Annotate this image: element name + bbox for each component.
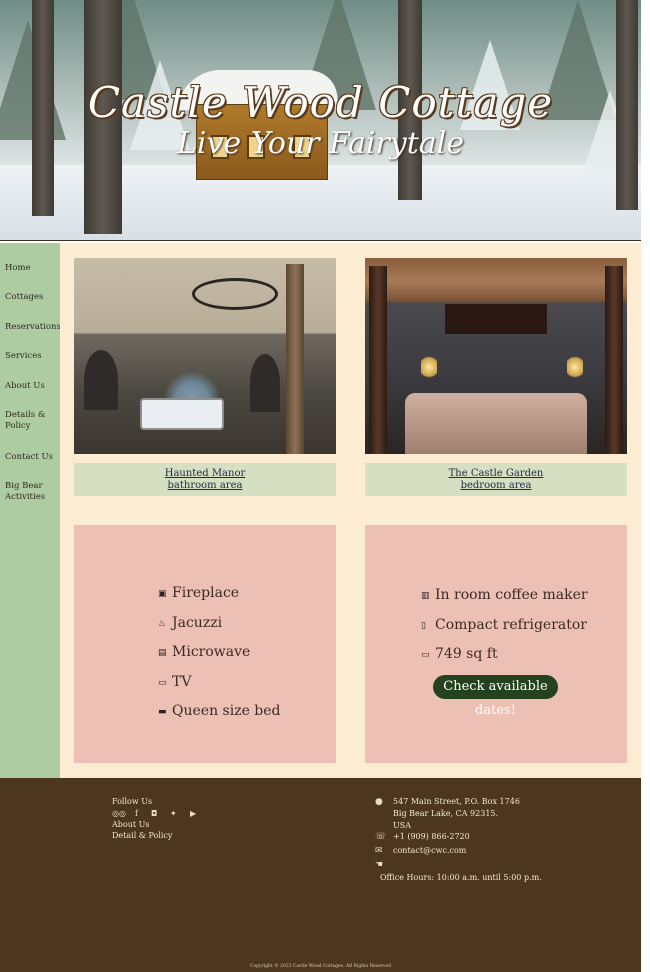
amenity-item: ♨ Jacuzzi xyxy=(158,609,281,639)
address-line-1: 547 Main Street, P.O. Box 1746 xyxy=(393,797,520,806)
amenity-list: ▣ Fireplace ♨ Jacuzzi ▤ Microwave ▭ TV ▬ Quee… xyxy=(158,579,281,727)
amenity-item: ▤ Microwave xyxy=(158,638,281,668)
caption-castle-garden: The Castle Garden bedroom area xyxy=(365,463,627,496)
castle-garden-link[interactable]: The Castle Garden bedroom area xyxy=(449,468,544,491)
tripadvisor-icon[interactable]: ◎◎ xyxy=(112,809,126,818)
caption-subtitle: bedroom area xyxy=(460,480,532,491)
chandelier xyxy=(192,278,278,310)
amenity-list: ▥ In room coffee maker ▯ Compact refrigera… xyxy=(421,581,588,670)
email-address[interactable]: contact@cwc.com xyxy=(393,845,466,856)
caption-subtitle: bathroom area xyxy=(167,480,243,491)
footer-detail-policy-link[interactable]: Detail & Policy xyxy=(112,830,172,841)
haunted-manor-link[interactable]: Haunted Manor bathroom area xyxy=(165,468,246,491)
bed-canopy xyxy=(445,304,547,334)
amenity-label: Queen size bed xyxy=(172,703,281,719)
bedpost xyxy=(369,266,387,454)
hero-banner: Castle Wood Cottage Live Your Fairytale xyxy=(0,0,641,241)
check-availability-button[interactable]: Check available dates! xyxy=(433,675,558,718)
amenity-label: TV xyxy=(172,673,192,690)
bedpost xyxy=(605,266,623,454)
facebook-icon[interactable]: f xyxy=(135,809,138,818)
follow-us-label: Follow Us xyxy=(112,797,153,806)
castle-garden-photo xyxy=(365,258,627,454)
bed xyxy=(405,393,587,454)
site-title: Castle Wood Cottage xyxy=(87,78,554,127)
fireplace-icon: ▣ xyxy=(158,589,167,599)
caption-title: Haunted Manor xyxy=(164,468,246,479)
sidebar-item-cottages[interactable]: Cottages xyxy=(5,292,59,303)
hero-divider xyxy=(0,240,641,241)
wall-sconce xyxy=(421,354,437,380)
jacuzzi-tub xyxy=(140,398,224,430)
refrigerator-icon: ▯ xyxy=(421,620,426,631)
phone-number[interactable]: +1 (909) 866-2720 xyxy=(393,831,470,842)
ruler-icon: ▭ xyxy=(421,650,430,660)
tv-icon: ▭ xyxy=(158,677,167,688)
sidebar-item-details-policy[interactable]: Details & Policy xyxy=(5,410,59,432)
copyright: Copyright © 2023 Castle Wood Cottages. A… xyxy=(250,964,391,969)
amenity-item: ▥ In room coffee maker xyxy=(421,581,588,611)
sidebar-item-about-us[interactable]: About Us xyxy=(5,381,59,392)
caption-haunted-manor: Haunted Manor bathroom area xyxy=(74,463,336,496)
youtube-icon[interactable]: ▶ xyxy=(190,809,196,818)
amenity-item: ▬ Queen size bed xyxy=(158,697,281,727)
bed-icon: ▬ xyxy=(158,707,167,717)
office-hours: Office Hours: 10:00 a.m. until 5:00 p.m. xyxy=(380,873,542,882)
amenity-item: ▭ TV xyxy=(158,668,281,698)
amenity-label: Compact refrigerator xyxy=(435,616,588,633)
site-footer: Follow Us ◎◎ f ◘ ✦ ▶ About Us Detail & P… xyxy=(0,778,641,972)
haunted-manor-photo xyxy=(74,258,336,454)
email-icon: ✉ xyxy=(375,846,383,856)
jacuzzi-icon: ♨ xyxy=(158,618,167,629)
address-line-3: USA xyxy=(393,821,411,830)
amenities-panel-left: ▣ Fireplace ♨ Jacuzzi ▤ Microwave ▭ TV ▬ Quee… xyxy=(74,525,336,763)
footer-about-us-link[interactable]: About Us xyxy=(112,819,149,830)
amenity-label: Microwave xyxy=(172,644,251,660)
coffee-maker-icon: ▥ xyxy=(421,591,430,601)
amenity-label: 749 sq ft xyxy=(435,646,498,662)
amenity-item: ▯ Compact refrigerator xyxy=(421,611,588,641)
sidebar-nav: Home Cottages Reservations Services Abou… xyxy=(0,243,61,778)
sidebar-item-home[interactable]: Home xyxy=(5,263,59,274)
amenity-item: ▣ Fireplace xyxy=(158,579,281,609)
main-content: Haunted Manor bathroom area The Castle Ga… xyxy=(60,243,641,778)
amenities-panel-right: ▥ In room coffee maker ▯ Compact refrigera… xyxy=(365,525,627,763)
hand-icon: ☚ xyxy=(375,860,384,870)
amenity-label: In room coffee maker xyxy=(435,587,588,603)
gothic-arch xyxy=(250,354,280,412)
instagram-icon[interactable]: ◘ xyxy=(151,809,157,818)
page: Castle Wood Cottage Live Your Fairytale … xyxy=(0,0,641,972)
address-line-2: Big Bear Lake, CA 92315. xyxy=(393,809,499,818)
twitter-icon[interactable]: ✦ xyxy=(170,809,177,818)
wall-sconce xyxy=(567,354,583,380)
microwave-icon: ▤ xyxy=(158,648,167,658)
amenity-label: Fireplace xyxy=(172,585,240,601)
sidebar-item-contact-us[interactable]: Contact Us xyxy=(5,452,59,463)
amenity-item: ▭ 749 sq ft xyxy=(421,640,588,670)
caption-title: The Castle Garden xyxy=(448,468,544,479)
gothic-arch xyxy=(84,350,118,410)
carved-tree xyxy=(286,264,304,454)
location-pin-icon: ● xyxy=(375,797,383,807)
sidebar-item-big-bear-activities[interactable]: Big Bear Activities xyxy=(5,481,59,503)
site-tagline: Live Your Fairytale xyxy=(176,126,465,161)
phone-icon: ☏ xyxy=(375,832,387,842)
sidebar-item-reservations[interactable]: Reservations xyxy=(5,322,61,333)
sidebar-item-services[interactable]: Services xyxy=(5,351,59,362)
amenity-label: Jacuzzi xyxy=(172,614,223,631)
